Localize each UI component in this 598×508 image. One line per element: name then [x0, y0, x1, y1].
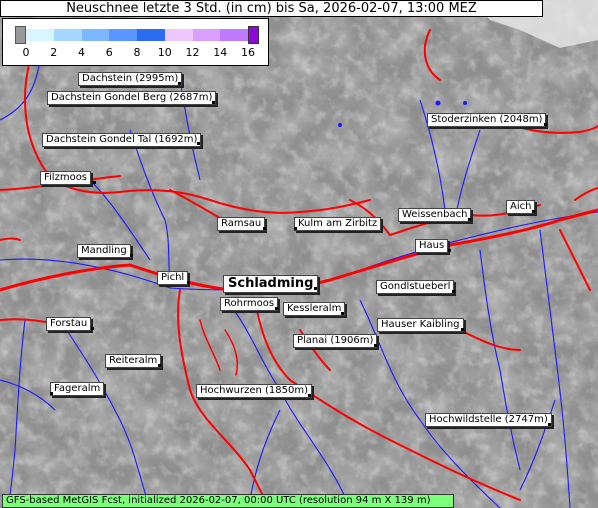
- color-legend: 0 2 4 6 8 10 12 14 16: [2, 18, 269, 66]
- place-label-forstau: Forstau: [46, 317, 92, 331]
- place-label-dachstein-gondel-tal: Dachstein Gondel Tal (1692m): [42, 133, 202, 147]
- place-label-gondlstueberl: Gondlstueberl: [376, 280, 455, 294]
- place-marker: [91, 327, 94, 330]
- legend-swatch: [220, 29, 248, 41]
- place-label-mandling: Mandling: [77, 244, 131, 258]
- place-label-hauser-kaibling: Hauser Kaibling: [377, 318, 464, 332]
- place-label-reiteralm: Reiteralm: [105, 354, 162, 368]
- place-label-kulm-am-zirbitz: Kulm am Zirbitz: [294, 217, 382, 231]
- legend-tick-label: 8: [133, 46, 141, 59]
- place-label-haus: Haus: [415, 239, 449, 253]
- place-label-filzmoos: Filzmoos: [40, 171, 92, 185]
- legend-tick-label: 6: [105, 46, 113, 59]
- place-label-ramsau: Ramsau: [217, 217, 266, 231]
- legend-swatch: [26, 29, 54, 41]
- place-marker: [50, 392, 53, 395]
- place-marker: [178, 82, 181, 85]
- forecast-info-footer: GFS-based MetGIS Fcst, initialized 2026-…: [2, 494, 454, 508]
- legend-swatch: [53, 29, 82, 41]
- place-marker: [452, 290, 455, 293]
- place-marker: [341, 312, 344, 315]
- place-label-hochwurzen: Hochwurzen (1850m): [196, 384, 313, 398]
- legend-lead-swatch: [15, 26, 26, 44]
- place-marker: [532, 210, 535, 213]
- place-label-schladming: Schladming: [223, 275, 319, 293]
- legend-tick-label: 4: [78, 46, 85, 59]
- place-label-stoderzinken: Stoderzinken (2048m): [427, 113, 547, 127]
- place-marker: [448, 249, 451, 252]
- place-label-planai: Planai (1906m): [293, 334, 378, 348]
- legend-tick-label: 0: [22, 46, 30, 59]
- place-label-rohrmoos: Rohrmoos: [220, 297, 279, 311]
- place-label-dachstein-gondel-berg: Dachstein Gondel Berg (2687m): [47, 91, 217, 105]
- place-marker: [275, 307, 278, 310]
- legend-swatch: [81, 29, 110, 41]
- legend-tick-label: 2: [50, 46, 58, 59]
- place-marker: [93, 181, 96, 184]
- legend-swatch: [109, 29, 137, 41]
- legend-swatch: [137, 29, 165, 41]
- place-marker: [197, 142, 200, 145]
- place-marker: [294, 227, 297, 230]
- place-marker: [461, 328, 464, 331]
- place-marker: [544, 123, 547, 126]
- place-label-weissenbach: Weissenbach: [398, 208, 472, 222]
- legend-tail-swatch: [248, 26, 259, 44]
- place-label-fageralm: Fageralm: [50, 382, 105, 396]
- legend-tick-label: 12: [185, 46, 200, 59]
- place-marker: [308, 394, 311, 397]
- place-label-dachstein: Dachstein (2995m): [78, 72, 183, 86]
- legend-swatch: [164, 29, 193, 41]
- place-marker: [548, 423, 551, 426]
- place-marker: [158, 364, 161, 367]
- legend-tick-label: 10: [157, 46, 172, 59]
- place-marker: [130, 254, 133, 257]
- place-label-kessleralm: Kessleralm: [283, 302, 346, 316]
- legend-swatch: [192, 29, 221, 41]
- place-marker: [374, 344, 377, 347]
- place-marker: [212, 101, 215, 104]
- place-marker: [263, 227, 266, 230]
- place-label-hochwildstelle: Hochwildstelle (2747m): [425, 413, 552, 427]
- legend-color-bar: [26, 29, 248, 41]
- place-marker: [314, 287, 317, 290]
- legend-tick-label: 16: [241, 46, 255, 59]
- map-title: Neuschnee letzte 3 Std. (in cm) bis Sa, …: [0, 0, 543, 17]
- place-label-pichl: Pichl: [157, 271, 189, 285]
- place-marker: [468, 218, 471, 221]
- legend-tick-label: 14: [213, 46, 228, 59]
- place-marker: [187, 281, 190, 284]
